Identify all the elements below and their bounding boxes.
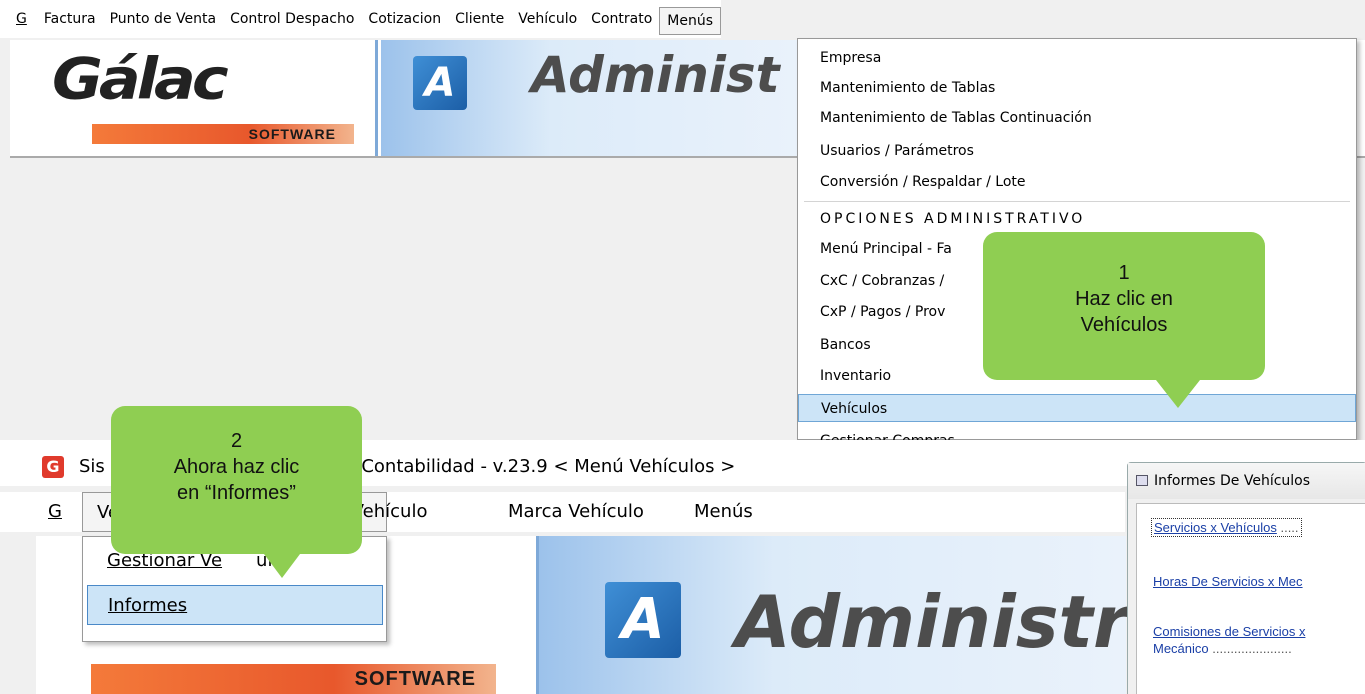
banner-text: Administ — [531, 46, 780, 104]
informe-comisiones-mecanico[interactable]: Mecánico ...................... — [1153, 641, 1292, 656]
menu-factura[interactable]: Factura — [37, 0, 103, 38]
top-menubar: G Factura Punto de Venta Control Despach… — [0, 0, 721, 38]
menu-g[interactable]: G — [48, 492, 62, 532]
menu-cotizacion[interactable]: Cotizacion — [361, 0, 448, 38]
menu-item-informes[interactable]: Informes — [87, 585, 383, 625]
menu-item-conversion[interactable]: Conversión / Respaldar / Lote — [798, 168, 1356, 196]
informes-title: Informes De Vehículos — [1154, 473, 1311, 489]
callout-1-line2: Vehículos — [1080, 314, 1168, 336]
informes-list: Servicios x Vehículos ..... Horas De Ser… — [1136, 503, 1365, 694]
callout-2-line2: en “Informes” — [177, 482, 296, 504]
informes-window: Informes De Vehículos Servicios x Vehícu… — [1127, 462, 1365, 694]
window-icon — [1136, 475, 1148, 486]
callout-1-number: 1 — [1118, 262, 1130, 284]
software-tagline: SOFTWARE — [91, 664, 496, 694]
menu-separator — [804, 201, 1350, 202]
banner-text: Administr — [735, 580, 1129, 664]
menu-item-empresa[interactable]: Empresa — [798, 44, 1356, 72]
callout-2-number: 2 — [230, 430, 243, 452]
informe-servicios-x-vehiculos[interactable]: Servicios x Vehículos ..... — [1151, 518, 1302, 537]
callout-step-2: 2 Ahora haz clic en “Informes” — [111, 406, 362, 554]
menu-item-mantenimiento-tablas[interactable]: Mantenimiento de Tablas — [798, 74, 1356, 102]
administrativo-banner: A Administ — [381, 40, 806, 156]
callout-1-pointer — [1156, 380, 1200, 408]
a-app-icon: A — [605, 582, 681, 658]
software-tagline: SOFTWARE — [92, 124, 354, 144]
menu-vehiculo[interactable]: Vehículo — [511, 0, 584, 38]
callout-1-line1: Haz clic en — [1075, 288, 1173, 310]
callout-2-line1: Ahora haz clic — [173, 456, 300, 478]
galac-logo: Gálac SOFTWARE — [10, 40, 378, 156]
menu-menus[interactable]: Menús — [659, 7, 721, 35]
menu-g[interactable]: G — [0, 0, 37, 38]
informe-horas-servicios[interactable]: Horas De Servicios x Mec — [1153, 574, 1303, 589]
informes-titlebar: Informes De Vehículos — [1128, 463, 1365, 499]
callout-step-1: 1 Haz clic en Vehículos — [983, 232, 1265, 380]
menu-punto-de-venta[interactable]: Punto de Venta — [103, 0, 223, 38]
menu-cliente[interactable]: Cliente — [448, 0, 511, 38]
menu-menus[interactable]: Menús — [694, 492, 753, 532]
galac-app-icon: G — [42, 456, 64, 478]
menu-contrato[interactable]: Contrato — [584, 0, 659, 38]
menu-item-usuarios[interactable]: Usuarios / Parámetros — [798, 137, 1356, 165]
menu-control-despacho[interactable]: Control Despacho — [223, 0, 361, 38]
galac-logo-text: Gálac — [52, 44, 229, 113]
menu-section-header: OPCIONES ADMINISTRATIVO — [820, 211, 1086, 227]
informe-comisiones-servicios[interactable]: Comisiones de Servicios x — [1153, 624, 1305, 639]
menu-marca-vehiculo[interactable]: Marca Vehículo — [508, 492, 644, 532]
a-app-icon: A — [413, 56, 467, 110]
menu-item-vehiculos[interactable]: Vehículos — [798, 394, 1356, 422]
top-window: G Factura Punto de Venta Control Despach… — [0, 0, 1365, 440]
callout-2-pointer — [264, 554, 300, 578]
administrativo-banner: A Administr — [536, 536, 1129, 694]
menu-item-mantenimiento-continuacion[interactable]: Mantenimiento de Tablas Continuación — [798, 104, 1356, 132]
menu-item-gestionar-compras[interactable]: Gestionar Compras — [798, 427, 1356, 440]
